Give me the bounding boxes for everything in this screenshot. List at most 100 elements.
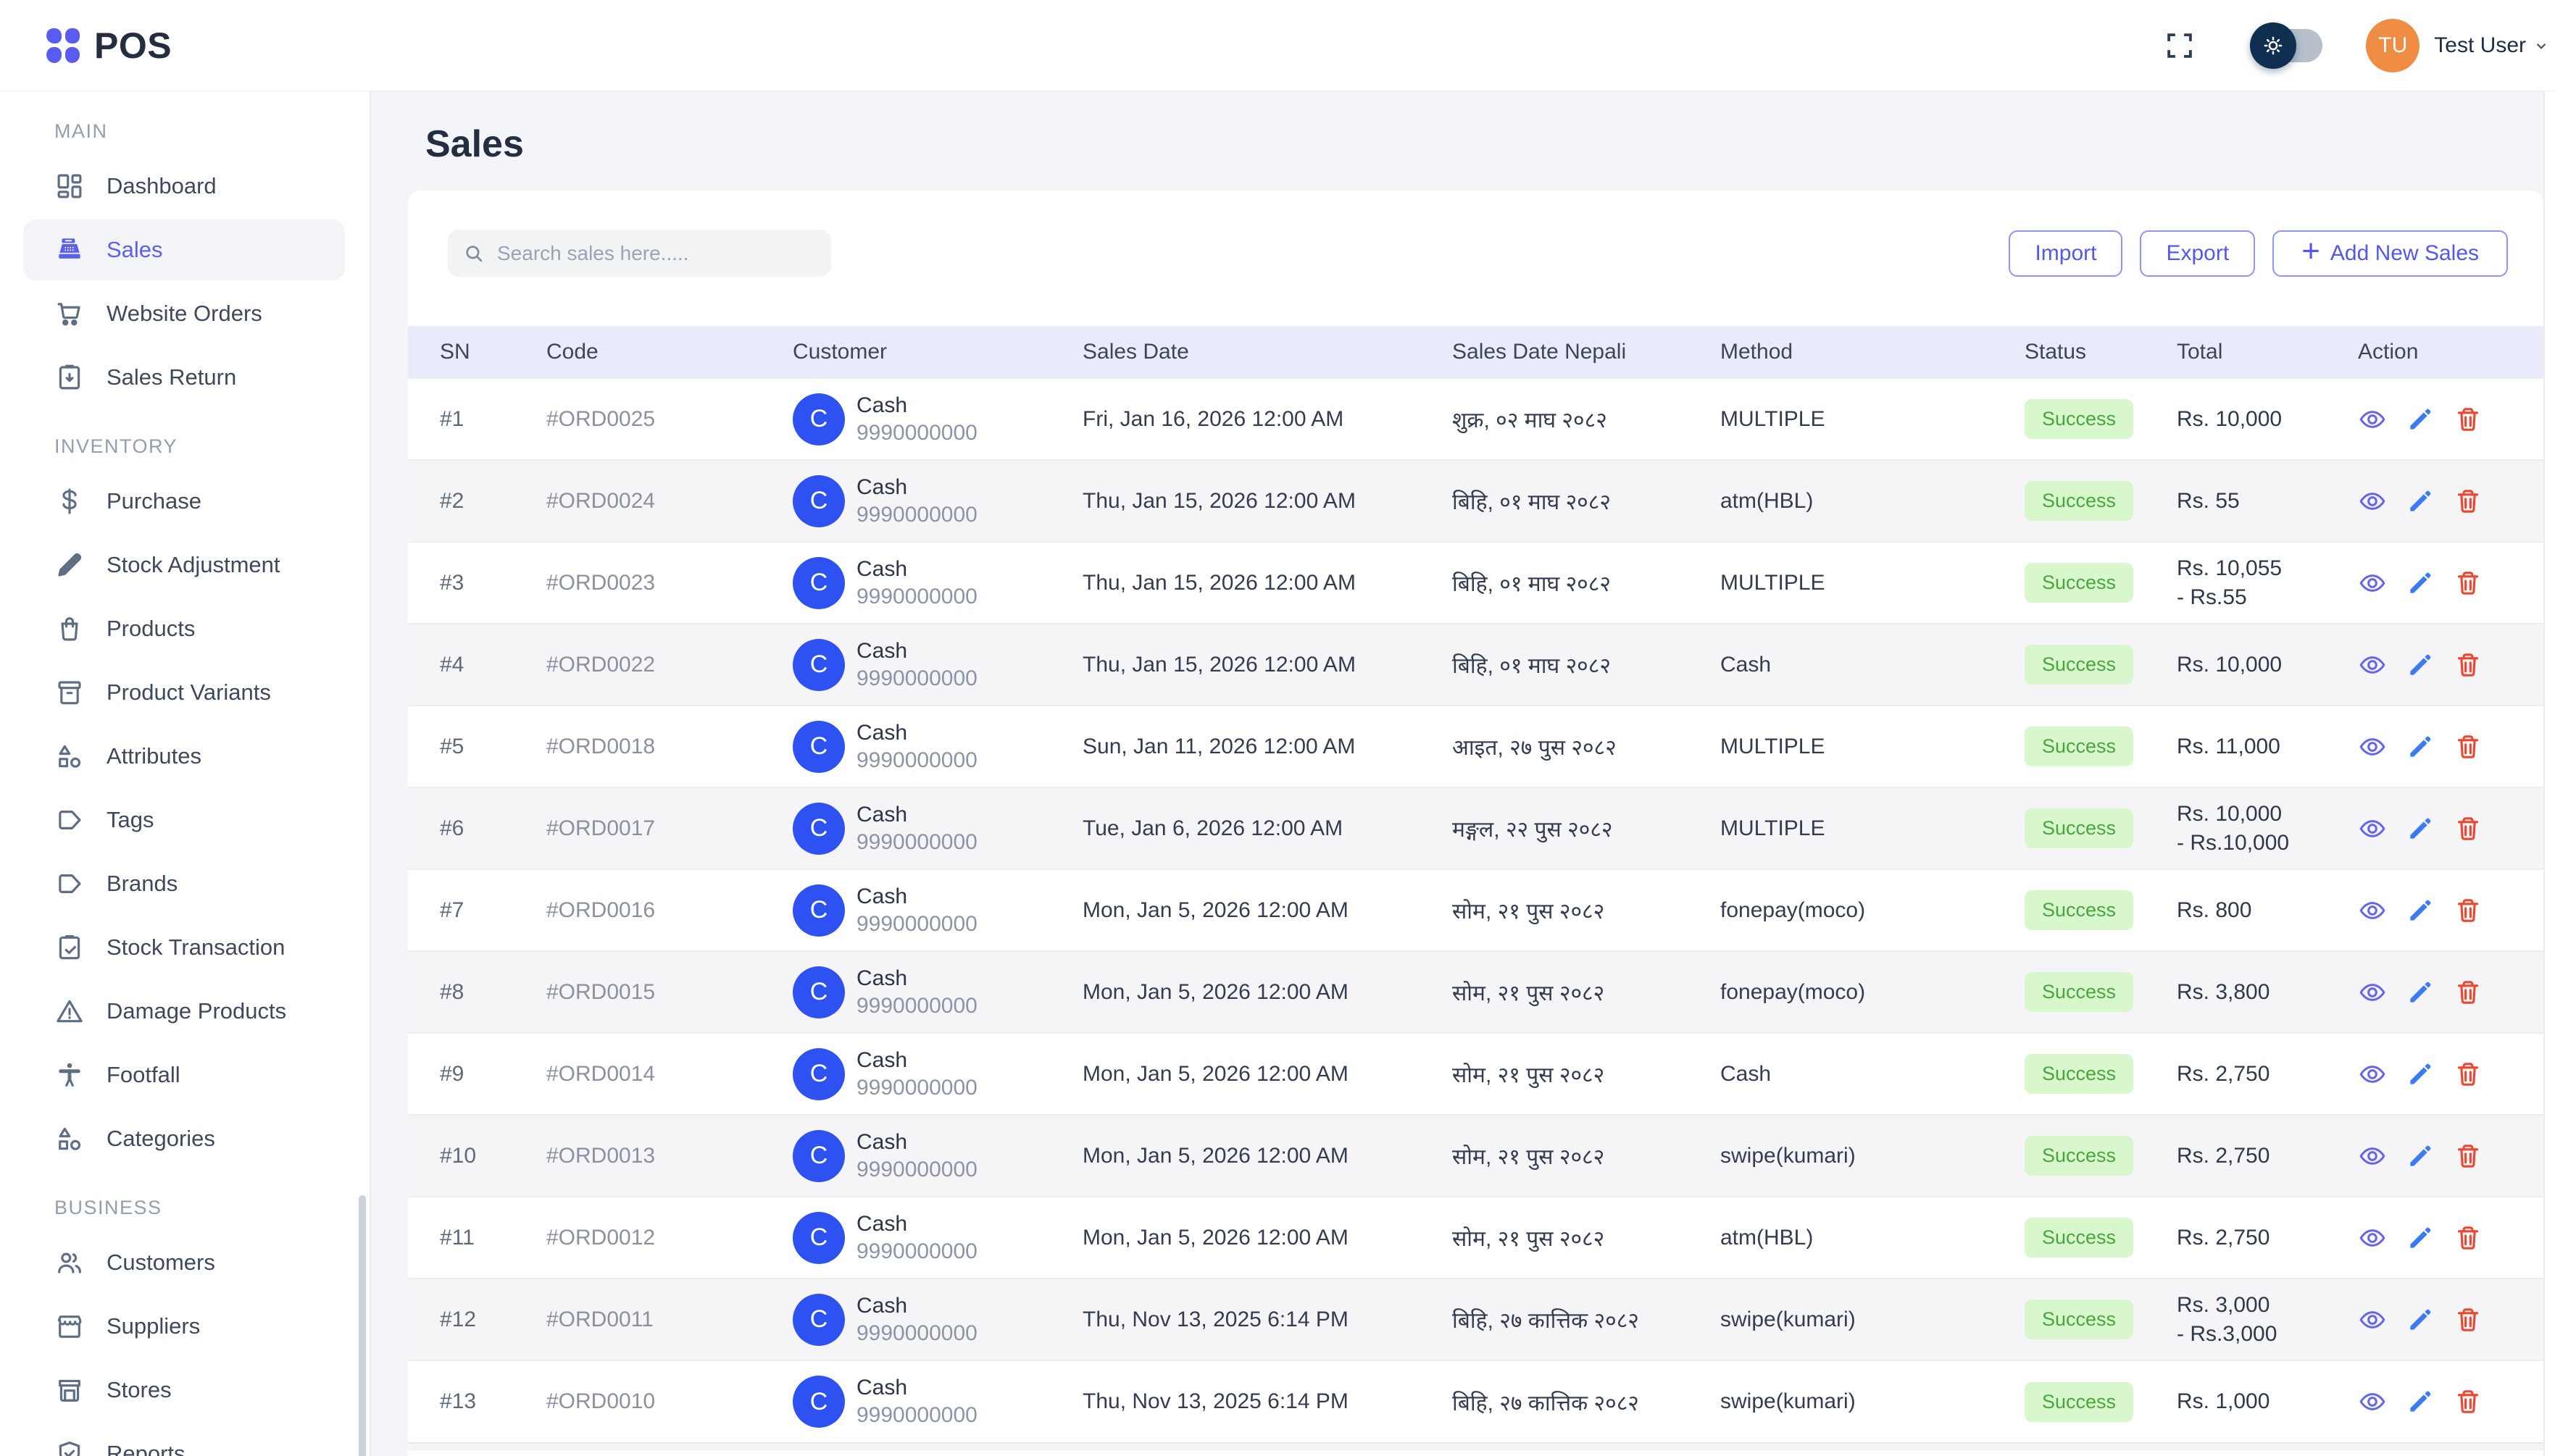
fullscreen-icon[interactable] — [2164, 30, 2195, 61]
edit-button[interactable] — [2406, 896, 2435, 925]
customer-name: Cash — [856, 801, 978, 829]
sales-card: Import Export + Add New Sales SNCodeCust… — [408, 191, 2543, 1456]
row-actions — [2358, 814, 2538, 843]
delete-button[interactable] — [2454, 487, 2483, 516]
customer-cell: CCash9990000000 — [793, 474, 1045, 529]
sidebar-item-damage-products[interactable]: Damage Products — [0, 979, 370, 1043]
delete-button[interactable] — [2454, 1305, 2483, 1334]
row-actions — [2358, 1387, 2538, 1416]
customer-name: Cash — [856, 556, 978, 583]
user-avatar: TU — [2366, 19, 2419, 72]
eye-icon — [2358, 732, 2387, 761]
delete-button[interactable] — [2454, 732, 2483, 761]
edit-button[interactable] — [2406, 1223, 2435, 1252]
delete-button[interactable] — [2454, 814, 2483, 843]
customer-cell: CCash9990000000 — [793, 637, 1045, 693]
customer-cell: CCash9990000000 — [793, 719, 1045, 774]
sidebar-item-sales-return[interactable]: Sales Return — [0, 346, 370, 409]
table-row: #3#ORD0023CCash9990000000Thu, Jan 15, 20… — [408, 542, 2543, 624]
view-button[interactable] — [2358, 1305, 2387, 1334]
delete-button[interactable] — [2454, 1387, 2483, 1416]
sidebar-item-sales[interactable]: Sales — [23, 219, 345, 280]
table-row: #10#ORD0013CCash9990000000Mon, Jan 5, 20… — [408, 1115, 2543, 1197]
sidebar-item-footfall[interactable]: Footfall — [0, 1043, 370, 1107]
sidebar-item-stock-transaction[interactable]: Stock Transaction — [0, 916, 370, 979]
delete-button[interactable] — [2454, 650, 2483, 679]
row-sales-date-nepali: बिहि, ०१ माघ २०८२ — [1420, 460, 1688, 542]
row-actions — [2358, 978, 2538, 1007]
user-menu[interactable]: TU Test User — [2366, 19, 2551, 72]
edit-button[interactable] — [2406, 1060, 2435, 1089]
sidebar-item-brands[interactable]: Brands — [0, 852, 370, 916]
delete-button[interactable] — [2454, 569, 2483, 598]
edit-button[interactable] — [2406, 1142, 2435, 1171]
sidebar-item-products[interactable]: Products — [0, 597, 370, 661]
total-line: Rs. 55 — [2177, 487, 2320, 516]
edit-button[interactable] — [2406, 978, 2435, 1007]
add-new-sales-button[interactable]: + Add New Sales — [2272, 230, 2508, 277]
search-input[interactable] — [496, 241, 817, 266]
edit-button[interactable] — [2406, 814, 2435, 843]
sidebar-item-purchase[interactable]: Purchase — [0, 469, 370, 533]
edit-button[interactable] — [2406, 1305, 2435, 1334]
sidebar-item-label: Tags — [107, 807, 154, 833]
view-button[interactable] — [2358, 1060, 2387, 1089]
edit-button[interactable] — [2406, 405, 2435, 434]
row-sales-date: Thu, Nov 13, 2025 6:14 PM — [1051, 1360, 1420, 1442]
delete-button[interactable] — [2454, 1060, 2483, 1089]
view-button[interactable] — [2358, 1223, 2387, 1252]
delete-button[interactable] — [2454, 978, 2483, 1007]
delete-button[interactable] — [2454, 1223, 2483, 1252]
sidebar-item-reports[interactable]: Reports — [0, 1422, 370, 1456]
view-button[interactable] — [2358, 487, 2387, 516]
view-button[interactable] — [2358, 978, 2387, 1007]
pencil-icon — [2406, 1142, 2435, 1171]
sidebar-item-suppliers[interactable]: Suppliers — [0, 1294, 370, 1358]
eye-icon — [2358, 1223, 2387, 1252]
customer-avatar: C — [793, 639, 845, 691]
export-button[interactable]: Export — [2140, 230, 2255, 277]
sidebar-item-customers[interactable]: Customers — [0, 1231, 370, 1294]
customer-avatar: C — [793, 803, 845, 855]
view-button[interactable] — [2358, 405, 2387, 434]
edit-button[interactable] — [2406, 487, 2435, 516]
view-button[interactable] — [2358, 650, 2387, 679]
status-badge: Success — [2025, 1218, 2133, 1258]
view-button[interactable] — [2358, 896, 2387, 925]
column-header-customer: Customer — [761, 326, 1051, 378]
row-code: #ORD0024 — [514, 460, 761, 542]
table-row: #11#ORD0012CCash9990000000Mon, Jan 5, 20… — [408, 1197, 2543, 1279]
trash-icon — [2454, 650, 2483, 679]
sidebar-item-stores[interactable]: Stores — [0, 1358, 370, 1422]
sidebar-item-stock-adjustment[interactable]: Stock Adjustment — [0, 533, 370, 597]
sidebar-item-attributes[interactable]: Attributes — [0, 724, 370, 788]
page-scrollbar[interactable] — [2543, 0, 2555, 1456]
view-button[interactable] — [2358, 569, 2387, 598]
pencil-icon — [2406, 978, 2435, 1007]
delete-button[interactable] — [2454, 1142, 2483, 1171]
row-total: Rs. 2,750 — [2145, 1197, 2326, 1279]
sidebar-item-product-variants[interactable]: Product Variants — [0, 661, 370, 724]
edit-button[interactable] — [2406, 650, 2435, 679]
delete-button[interactable] — [2454, 896, 2483, 925]
view-button[interactable] — [2358, 1142, 2387, 1171]
total-line: Rs. 3,800 — [2177, 978, 2320, 1007]
import-button[interactable]: Import — [2009, 230, 2122, 277]
view-button[interactable] — [2358, 1387, 2387, 1416]
sidebar-item-website-orders[interactable]: Website Orders — [0, 282, 370, 346]
total-line: Rs. 10,000 — [2177, 650, 2320, 679]
delete-button[interactable] — [2454, 405, 2483, 434]
view-button[interactable] — [2358, 732, 2387, 761]
total-line: Rs. 2,750 — [2177, 1060, 2320, 1089]
sidebar-item-categories[interactable]: Categories — [0, 1107, 370, 1171]
theme-toggle[interactable] — [2250, 20, 2322, 71]
edit-button[interactable] — [2406, 569, 2435, 598]
status-badge: Success — [2025, 808, 2133, 848]
sidebar-item-tags[interactable]: Tags — [0, 788, 370, 852]
sidebar-scrollbar[interactable] — [359, 1195, 366, 1456]
edit-button[interactable] — [2406, 732, 2435, 761]
sidebar-item-dashboard[interactable]: Dashboard — [0, 154, 370, 218]
row-method: atm(HBL) — [1688, 1197, 1993, 1279]
view-button[interactable] — [2358, 814, 2387, 843]
edit-button[interactable] — [2406, 1387, 2435, 1416]
